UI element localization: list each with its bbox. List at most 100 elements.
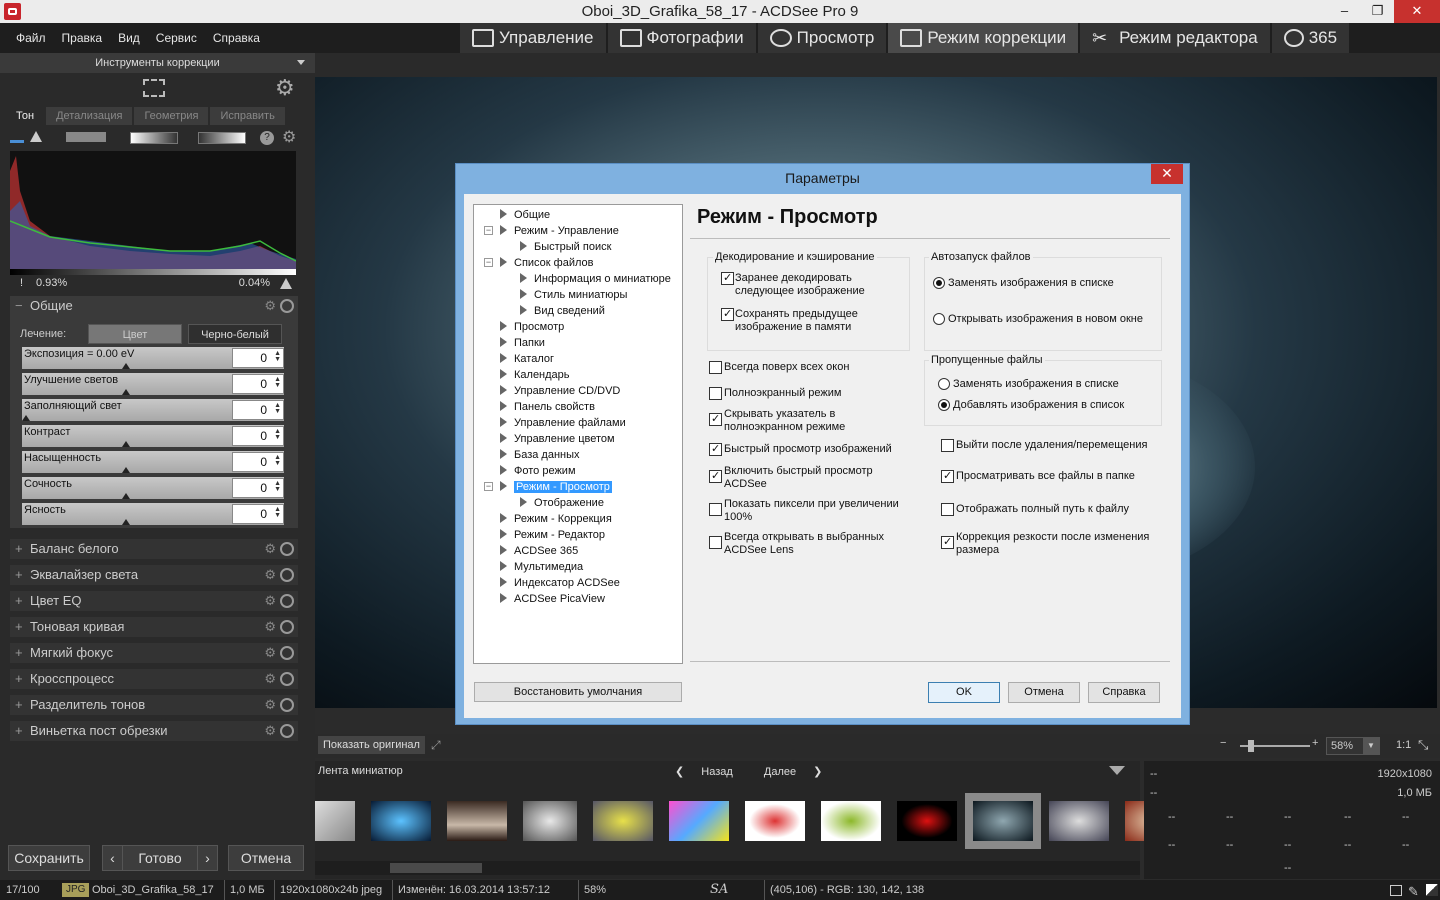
reset-circle-icon[interactable] bbox=[280, 698, 294, 712]
quick-acdsee-checkbox[interactable] bbox=[709, 469, 722, 483]
sharpen-checkbox[interactable] bbox=[941, 535, 954, 549]
reset-circle-icon[interactable] bbox=[280, 646, 294, 660]
tree-item-catalog[interactable]: Каталог bbox=[500, 351, 554, 367]
back-button[interactable]: ❮ Назад bbox=[675, 766, 747, 778]
tree-item-display[interactable]: Отображение bbox=[520, 495, 604, 511]
gear-icon[interactable]: ⚙ bbox=[264, 669, 276, 689]
tree-item-preview[interactable]: Просмотр bbox=[500, 319, 564, 335]
thumbnail[interactable] bbox=[669, 801, 729, 841]
thumbnail[interactable] bbox=[593, 801, 653, 841]
gear-icon[interactable]: ⚙ bbox=[264, 695, 276, 715]
chevron-left-icon[interactable]: ‹ bbox=[103, 846, 123, 870]
decode-next-checkbox[interactable] bbox=[721, 271, 734, 285]
thumbnail[interactable] bbox=[523, 801, 577, 841]
reset-circle-icon[interactable] bbox=[280, 299, 294, 313]
restore-defaults-button[interactable]: Восстановить умолчания bbox=[474, 682, 682, 702]
mode-develop[interactable]: Режим коррекции bbox=[888, 23, 1079, 53]
spinner-icon[interactable]: ▲ ▼ bbox=[274, 428, 281, 441]
hide-pointer-checkbox[interactable] bbox=[709, 412, 722, 426]
reset-circle-icon[interactable] bbox=[280, 672, 294, 686]
reset-circle-icon[interactable] bbox=[280, 620, 294, 634]
tree-item-quick-search[interactable]: Быстрый поиск bbox=[520, 239, 611, 255]
slider-thumb[interactable] bbox=[122, 519, 130, 525]
treatment-bw-button[interactable]: Черно-белый bbox=[188, 324, 282, 344]
zoom-out-icon[interactable]: − bbox=[1220, 737, 1226, 749]
tab-tone[interactable]: Тон bbox=[6, 107, 45, 125]
gear-icon[interactable]: ⚙ bbox=[264, 296, 276, 316]
vibrance-slider[interactable]: Сочность 0 ▲ ▼ bbox=[22, 477, 284, 499]
tab-repair[interactable]: Исправить bbox=[210, 107, 285, 125]
cancel-button[interactable]: Отмена bbox=[228, 845, 304, 871]
tree-item-multimedia[interactable]: Мультимедиа bbox=[500, 559, 583, 575]
tree-item-thumbnail-style[interactable]: Стиль миниатюры bbox=[520, 287, 627, 303]
filmstrip-scrollbar[interactable] bbox=[315, 861, 1140, 875]
contrast-slider[interactable]: Контраст 0 ▲ ▼ bbox=[22, 425, 284, 447]
contrast-icon[interactable] bbox=[1426, 884, 1438, 896]
spinner-icon[interactable]: ▲ ▼ bbox=[274, 350, 281, 363]
menu-edit[interactable]: Правка bbox=[54, 23, 111, 53]
gear-icon[interactable]: ⚙ bbox=[275, 75, 295, 101]
histogram-channels-icon[interactable] bbox=[10, 131, 24, 143]
tree-item-manage-mode[interactable]: − Режим - Управление bbox=[484, 223, 619, 239]
tree-collapse-icon[interactable]: − bbox=[484, 226, 493, 235]
clarity-slider[interactable]: Ясность 0 ▲ ▼ bbox=[22, 503, 284, 525]
exit-after-checkbox[interactable] bbox=[941, 439, 954, 452]
reset-circle-icon[interactable] bbox=[280, 724, 294, 738]
tree-item-general[interactable]: Общие bbox=[500, 207, 550, 223]
tree-item-cd-dvd[interactable]: Управление CD/DVD bbox=[500, 383, 620, 399]
fit-icon[interactable]: ⤡ bbox=[1418, 737, 1428, 753]
crop-icon[interactable] bbox=[143, 79, 165, 97]
section-white-balance[interactable]: + Баланс белого ⚙ bbox=[10, 539, 298, 559]
open-lens-checkbox[interactable] bbox=[709, 536, 722, 549]
tree-collapse-icon[interactable]: − bbox=[484, 258, 493, 267]
slider-thumb[interactable] bbox=[122, 441, 130, 447]
tree-item-file-management[interactable]: Управление файлами bbox=[500, 415, 626, 431]
slider-thumb[interactable] bbox=[122, 363, 130, 369]
help-icon[interactable]: ? bbox=[260, 131, 274, 145]
scrollbar-thumb[interactable] bbox=[390, 863, 482, 873]
chevron-down-icon[interactable] bbox=[297, 60, 305, 65]
menu-tools[interactable]: Сервис bbox=[148, 23, 205, 53]
chevron-down-icon[interactable]: ▼ bbox=[1363, 738, 1379, 754]
tree-item-thumbnail-info[interactable]: Информация о миниатюре bbox=[520, 271, 671, 287]
ok-button[interactable]: OK bbox=[928, 682, 1000, 703]
slider-thumb[interactable] bbox=[122, 389, 130, 395]
tree-item-develop-mode[interactable]: Режим - Коррекция bbox=[500, 511, 612, 527]
gear-icon[interactable]: ⚙ bbox=[264, 643, 276, 663]
gear-icon[interactable]: ⚙ bbox=[264, 591, 276, 611]
treatment-color-button[interactable]: Цвет bbox=[88, 324, 182, 344]
reset-circle-icon[interactable] bbox=[280, 594, 294, 608]
zoom-thumb[interactable] bbox=[1248, 740, 1254, 752]
edit-pen-icon[interactable]: ✎ bbox=[1408, 882, 1419, 900]
menu-file[interactable]: Файл bbox=[8, 23, 54, 53]
close-button[interactable]: ✕ bbox=[1394, 0, 1440, 23]
next-button[interactable]: Далее ❯ bbox=[764, 766, 837, 778]
dialog-cancel-button[interactable]: Отмена bbox=[1008, 682, 1080, 703]
keep-prev-checkbox[interactable] bbox=[721, 307, 734, 321]
section-soft-focus[interactable]: + Мягкий фокус ⚙ bbox=[10, 643, 298, 663]
tree-item-indexer[interactable]: Индексатор ACDSee bbox=[500, 575, 620, 591]
mode-edit[interactable]: ✂ Режим редактора bbox=[1080, 23, 1270, 53]
tree-item-view-mode[interactable]: − Режим - Просмотр bbox=[484, 479, 612, 495]
fill-light-slider[interactable]: Заполняющий свет 0 ▲ ▼ bbox=[22, 399, 284, 421]
quick-view-checkbox[interactable] bbox=[709, 442, 722, 456]
section-split-tone[interactable]: + Разделитель тонов ⚙ bbox=[10, 695, 298, 715]
levels-icon[interactable] bbox=[66, 132, 106, 142]
spinner-icon[interactable]: ▲ ▼ bbox=[274, 480, 281, 493]
exposure-slider[interactable]: Экспозиция = 0.00 eV 0 ▲ ▼ bbox=[22, 347, 284, 369]
zoom-select[interactable]: 58% ▼ bbox=[1326, 737, 1380, 755]
highlight-enhance-slider[interactable]: Улучшение светов 0 ▲ ▼ bbox=[22, 373, 284, 395]
done-button[interactable]: ‹ Готово › bbox=[102, 845, 218, 871]
section-cross-process[interactable]: + Кросспроцесс ⚙ bbox=[10, 669, 298, 689]
tree-item-photo-mode[interactable]: Фото режим bbox=[500, 463, 576, 479]
fullscreen-checkbox[interactable] bbox=[709, 387, 722, 400]
section-light-eq[interactable]: + Эквалайзер света ⚙ bbox=[10, 565, 298, 585]
thumbnail[interactable] bbox=[315, 801, 355, 841]
gear-icon[interactable]: ⚙ bbox=[264, 565, 276, 585]
thumbnail-selected[interactable] bbox=[965, 793, 1041, 849]
reset-circle-icon[interactable] bbox=[280, 542, 294, 556]
gear-icon[interactable]: ⚙ bbox=[264, 539, 276, 559]
save-button[interactable]: Сохранить bbox=[8, 845, 90, 871]
slider-thumb[interactable] bbox=[122, 467, 130, 473]
slider-thumb[interactable] bbox=[122, 493, 130, 499]
